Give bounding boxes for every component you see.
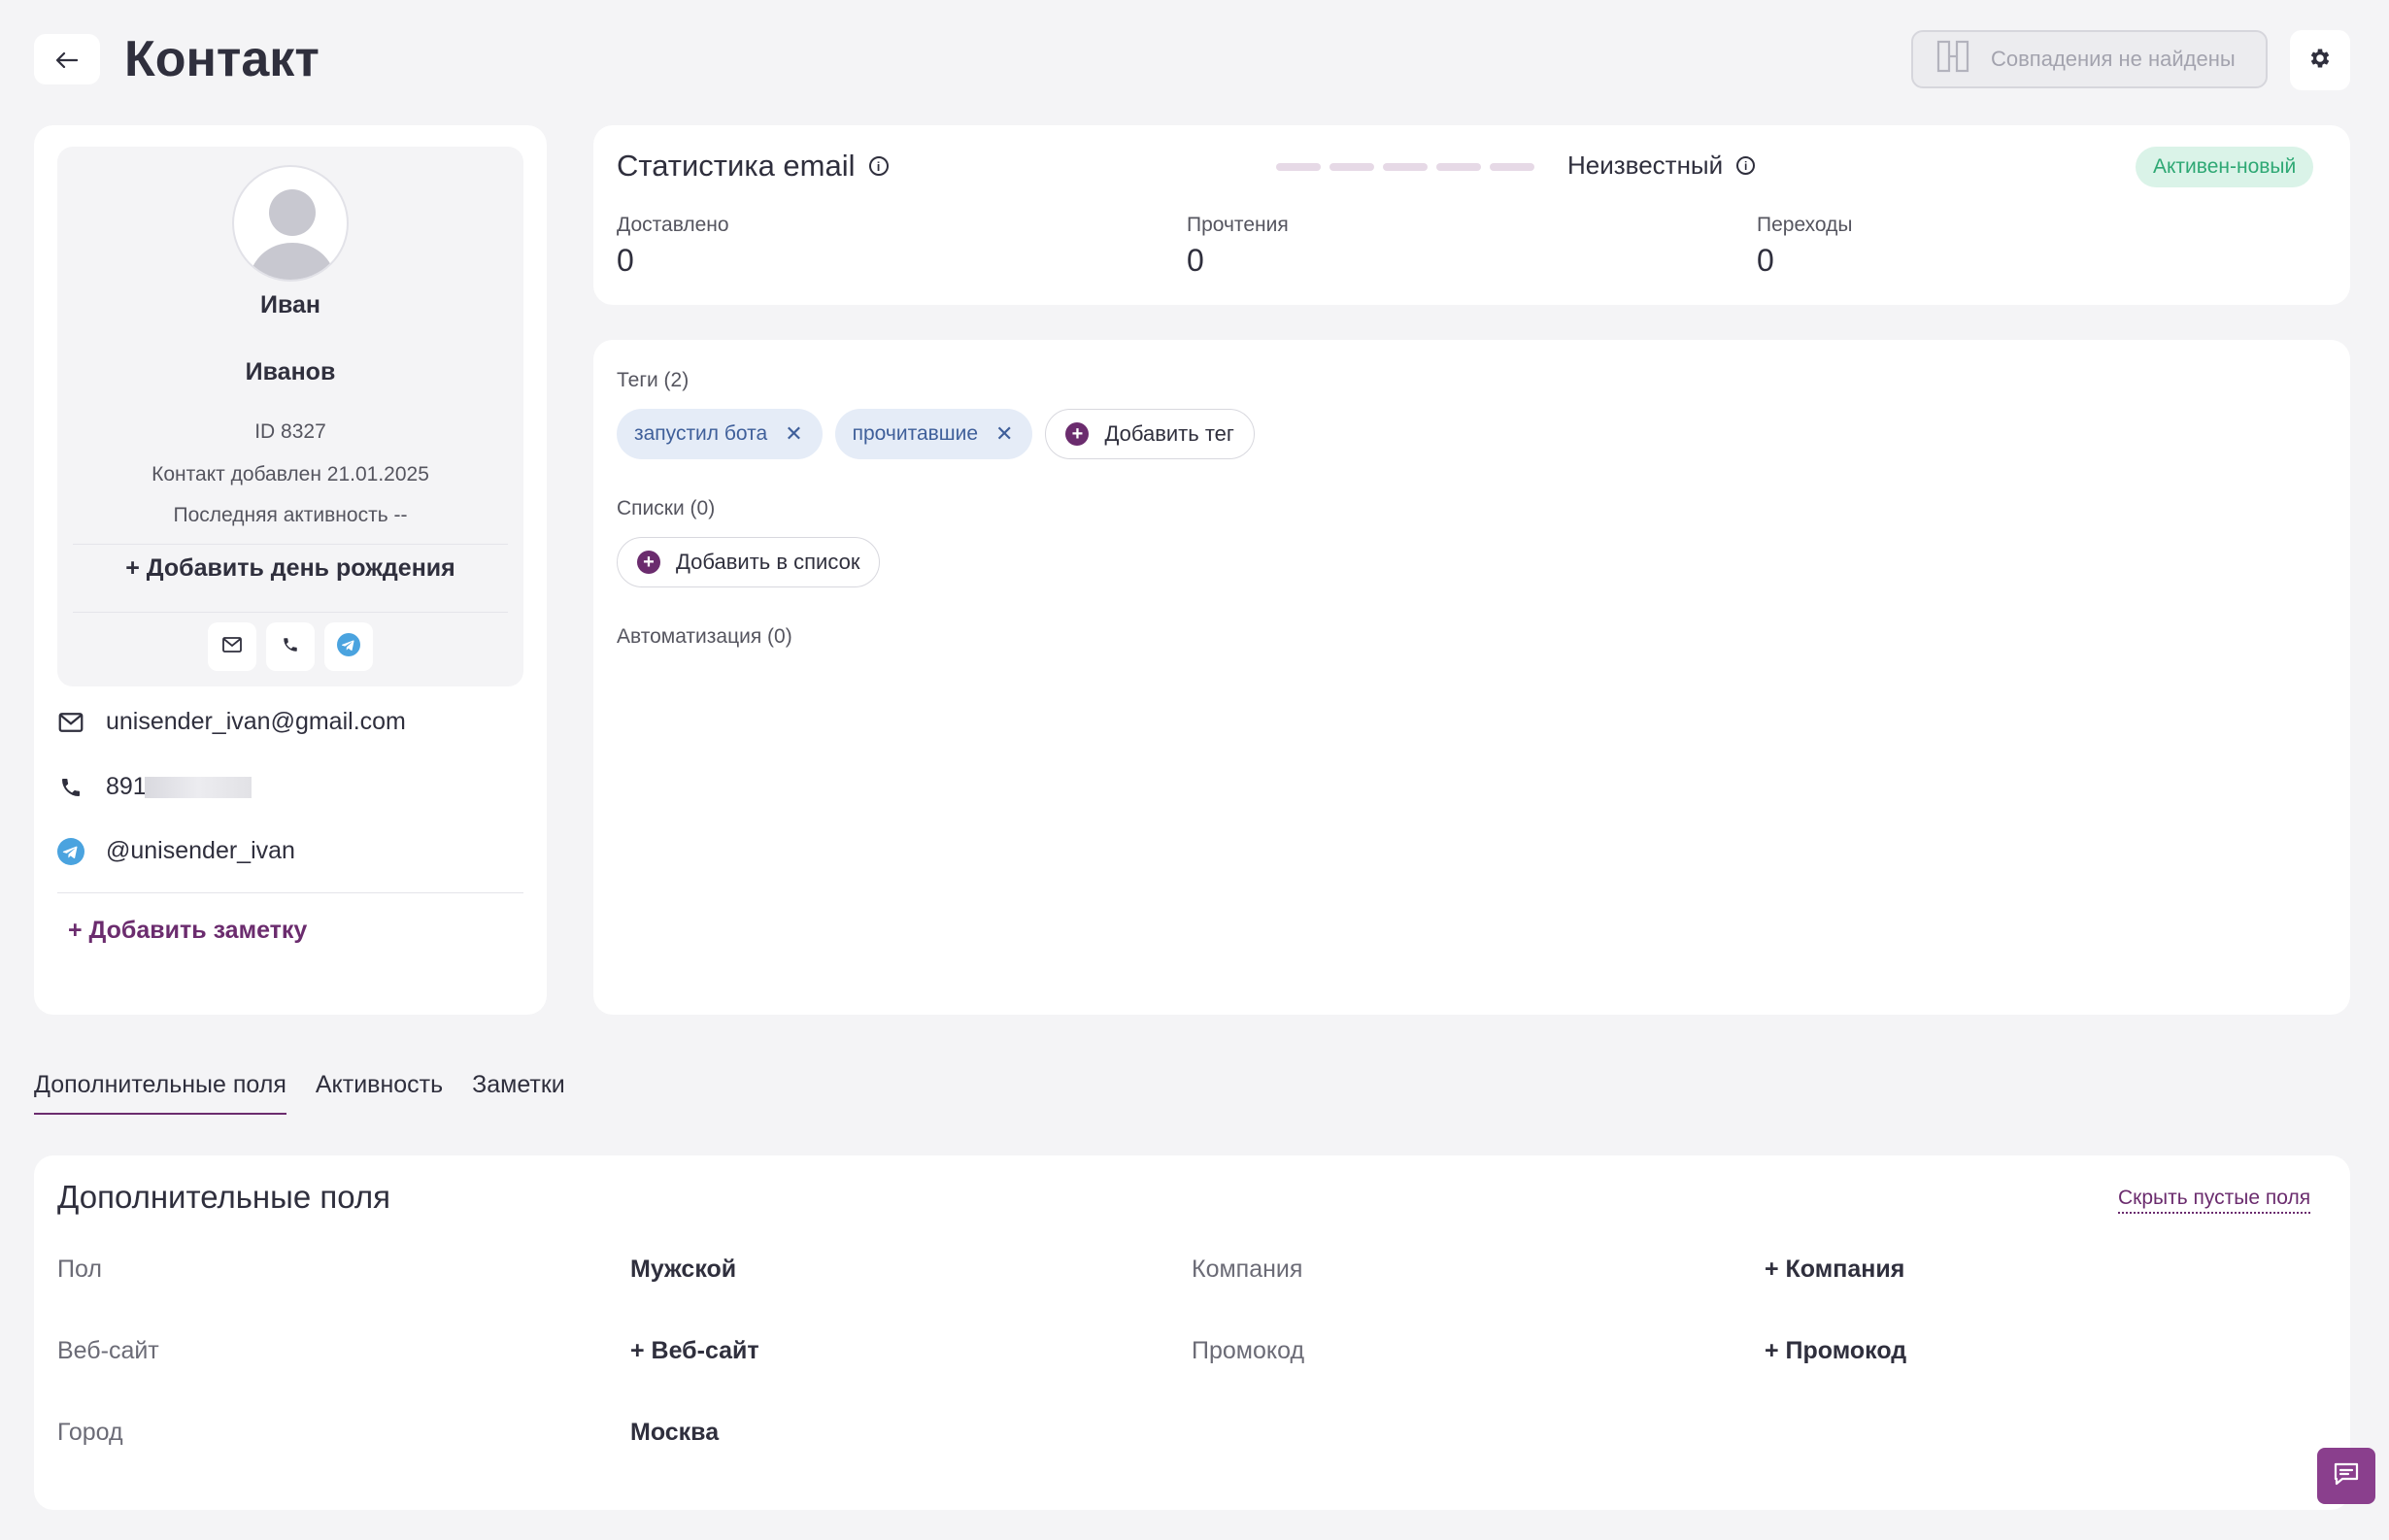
field-label-city: Город bbox=[57, 1419, 123, 1446]
rating-info: Неизвестный i bbox=[1567, 151, 1756, 181]
plus-icon: + bbox=[637, 551, 660, 574]
field-value-promocode[interactable]: + Промокод bbox=[1765, 1337, 1906, 1365]
merge-icon bbox=[1936, 40, 1969, 79]
metric-delivered-value: 0 bbox=[617, 243, 634, 278]
rating-bar bbox=[1276, 163, 1534, 171]
metric-delivered-label: Доставлено bbox=[617, 214, 729, 236]
divider bbox=[73, 544, 508, 545]
telegram-channel-button[interactable] bbox=[324, 622, 373, 671]
telegram-icon bbox=[57, 837, 84, 865]
email-value[interactable]: unisender_ivan@gmail.com bbox=[106, 708, 406, 736]
rating-segment bbox=[1383, 163, 1428, 171]
metric-clicks-label: Переходы bbox=[1757, 214, 1853, 236]
avatar[interactable] bbox=[232, 165, 349, 282]
lists-actions: + Добавить в список bbox=[617, 537, 881, 587]
divider bbox=[73, 612, 508, 613]
telegram-row: @unisender_ivan bbox=[57, 837, 295, 865]
info-icon[interactable]: i bbox=[1736, 156, 1756, 175]
tag-label: запустил бота bbox=[634, 422, 768, 445]
status-badge: Активен-новый bbox=[2136, 147, 2314, 187]
tab-bar: Дополнительные поля Активность Заметки bbox=[34, 1071, 565, 1115]
contact-id: ID 8327 bbox=[254, 420, 326, 443]
rating-segment bbox=[1329, 163, 1374, 171]
metric-opens-label: Прочтения bbox=[1187, 214, 1289, 236]
info-icon[interactable]: i bbox=[868, 156, 889, 176]
phone-value[interactable]: 891 bbox=[106, 773, 252, 801]
phone-icon bbox=[282, 636, 299, 658]
tag-chip[interactable]: запустил бота ✕ bbox=[617, 409, 823, 459]
add-tag-label: Добавить тег bbox=[1104, 421, 1234, 446]
field-value-city[interactable]: Москва bbox=[630, 1419, 719, 1447]
tags-list: запустил бота ✕ прочитавшие ✕ + Добавить… bbox=[617, 409, 1255, 459]
lists-label: Списки (0) bbox=[617, 497, 716, 519]
phone-icon bbox=[57, 774, 84, 801]
matches-button[interactable]: Совпадения не найдены bbox=[1911, 30, 2268, 88]
add-birthday-button[interactable]: + Добавить день рождения bbox=[57, 554, 523, 583]
field-label-company: Компания bbox=[1192, 1255, 1303, 1283]
field-label-gender: Пол bbox=[57, 1255, 102, 1283]
tags-label: Теги (2) bbox=[617, 369, 690, 391]
phone-channel-button[interactable] bbox=[266, 622, 315, 671]
field-label-website: Веб-сайт bbox=[57, 1337, 159, 1364]
chat-widget-button[interactable] bbox=[2317, 1448, 2375, 1504]
add-note-button[interactable]: + Добавить заметку bbox=[68, 917, 307, 945]
last-activity: Последняя активность -- bbox=[173, 504, 408, 526]
field-value-company[interactable]: + Компания bbox=[1765, 1255, 1904, 1284]
plus-icon: + bbox=[1065, 422, 1090, 446]
automation-label: Автоматизация (0) bbox=[617, 625, 792, 648]
field-value-website[interactable]: + Веб-сайт bbox=[630, 1337, 759, 1365]
metric-clicks-value: 0 bbox=[1757, 243, 1774, 278]
chat-icon bbox=[2333, 1461, 2360, 1491]
tab-extra-fields[interactable]: Дополнительные поля bbox=[34, 1071, 286, 1115]
close-icon[interactable]: ✕ bbox=[995, 421, 1013, 447]
tab-notes[interactable]: Заметки bbox=[472, 1071, 565, 1115]
rating-label: Неизвестный bbox=[1567, 151, 1724, 180]
email-stats-header: Статистика email i bbox=[617, 149, 889, 184]
rating-segment bbox=[1276, 163, 1321, 171]
phone-visible-digits: 891 bbox=[106, 773, 147, 800]
rating-segment bbox=[1490, 163, 1534, 171]
divider bbox=[57, 892, 523, 893]
mail-icon bbox=[57, 709, 84, 736]
phone-redacted bbox=[144, 777, 252, 799]
tab-activity[interactable]: Активность bbox=[316, 1071, 443, 1115]
tag-chip[interactable]: прочитавшие ✕ bbox=[834, 409, 1033, 459]
close-icon[interactable]: ✕ bbox=[785, 421, 802, 447]
phone-row: 891 bbox=[57, 773, 252, 801]
gear-icon bbox=[2307, 46, 2333, 76]
add-tag-button[interactable]: + Добавить тег bbox=[1045, 409, 1255, 459]
arrow-left-icon bbox=[55, 44, 79, 75]
hide-empty-fields-link[interactable]: Скрыть пустые поля bbox=[2118, 1187, 2311, 1214]
matches-label: Совпадения не найдены bbox=[1991, 47, 2236, 71]
add-to-list-button[interactable]: + Добавить в список bbox=[617, 537, 881, 587]
add-to-list-label: Добавить в список bbox=[676, 550, 860, 574]
contact-first-name: Иван bbox=[259, 291, 320, 318]
email-channel-button[interactable] bbox=[208, 622, 256, 671]
contact-last-name: Иванов bbox=[245, 358, 336, 385]
field-value-gender[interactable]: Мужской bbox=[630, 1255, 736, 1284]
metric-opens-value: 0 bbox=[1187, 243, 1204, 278]
settings-button[interactable] bbox=[2290, 30, 2350, 90]
mail-icon bbox=[222, 636, 242, 657]
back-button[interactable] bbox=[34, 34, 100, 84]
page-title: Контакт bbox=[124, 31, 320, 87]
email-row: unisender_ivan@gmail.com bbox=[57, 708, 406, 736]
telegram-icon bbox=[337, 632, 360, 661]
rating-segment bbox=[1436, 163, 1481, 171]
email-stats-title: Статистика email bbox=[617, 149, 856, 183]
extra-fields-title: Дополнительные поля bbox=[57, 1179, 391, 1215]
contact-added-date: Контакт добавлен 21.01.2025 bbox=[151, 463, 429, 485]
field-label-promocode: Промокод bbox=[1192, 1337, 1305, 1364]
tag-label: прочитавшие bbox=[852, 422, 979, 445]
telegram-value[interactable]: @unisender_ivan bbox=[106, 837, 295, 865]
